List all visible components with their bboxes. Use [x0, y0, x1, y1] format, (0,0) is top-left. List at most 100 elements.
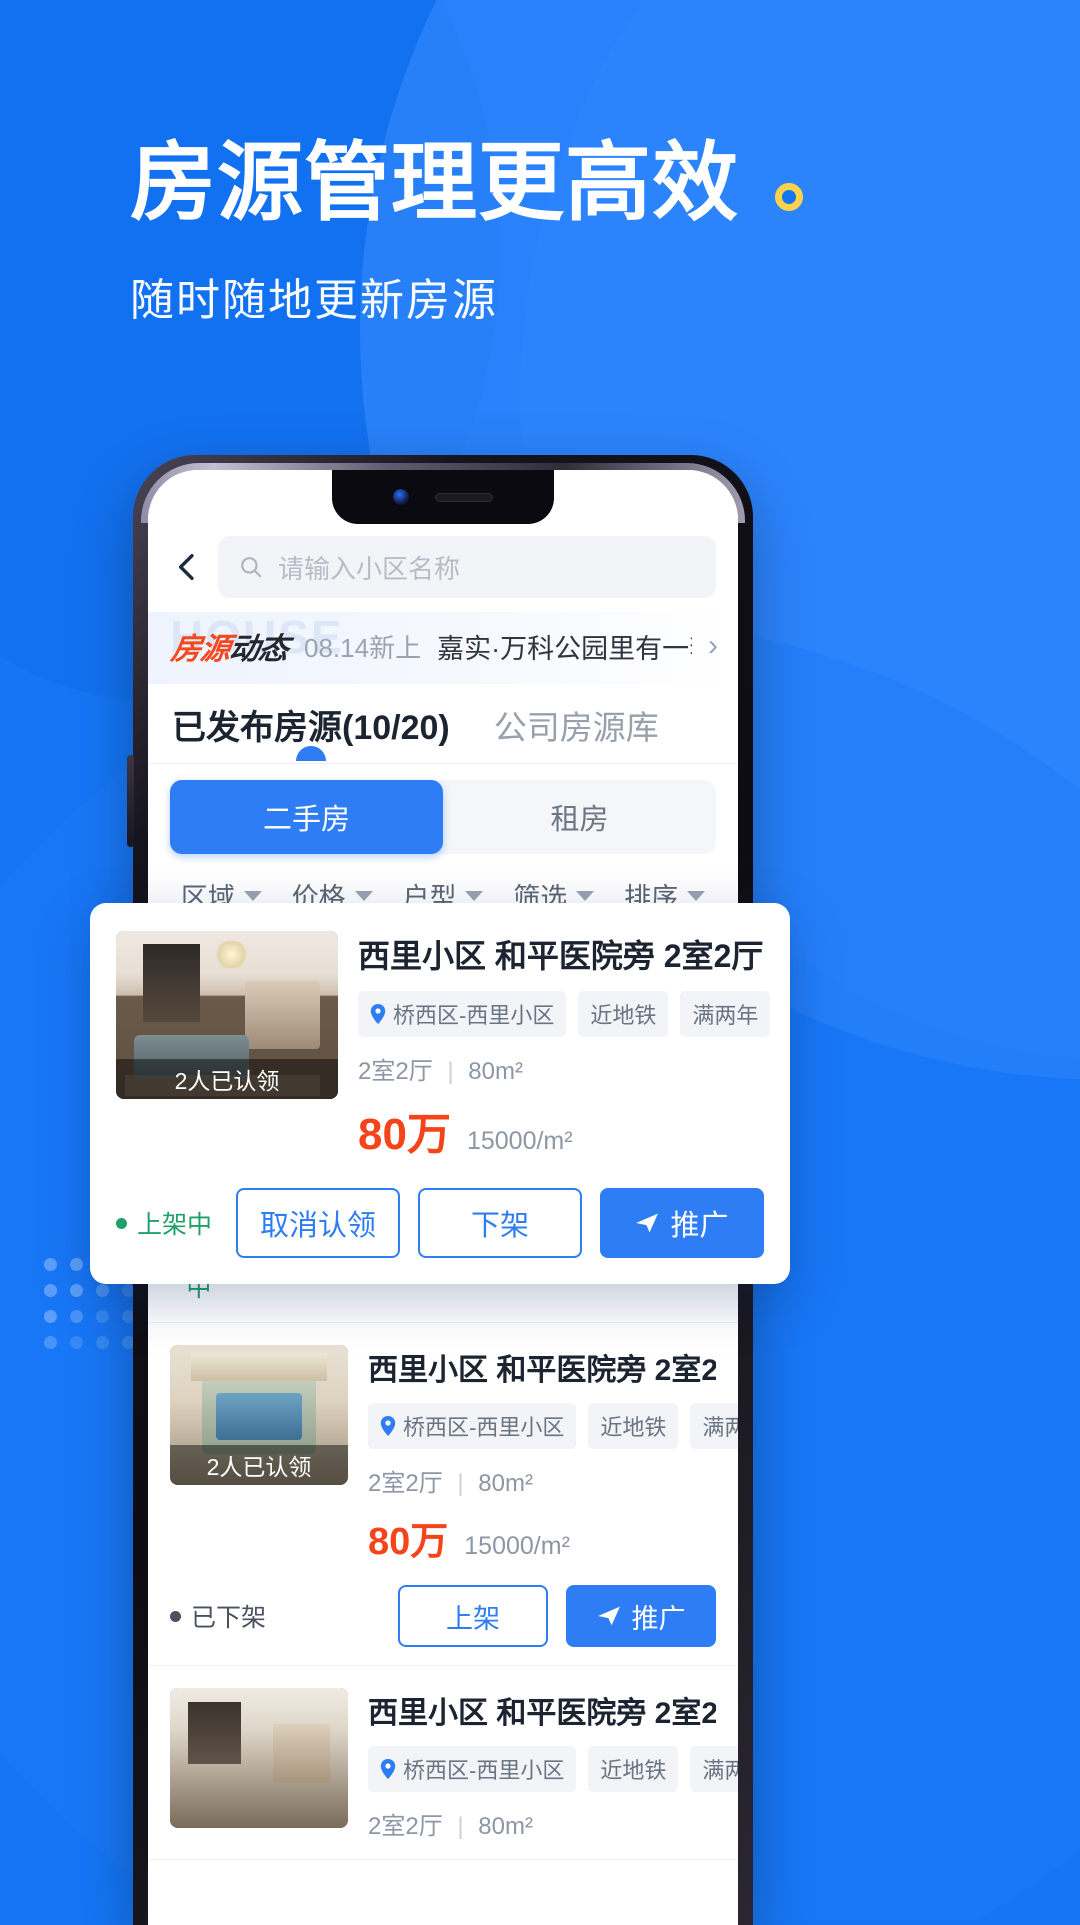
promote-label: 推广 — [631, 1603, 686, 1634]
search-placeholder: 请输入小区名称 — [278, 553, 461, 584]
promote-icon — [636, 1213, 659, 1233]
status-dot-icon — [170, 1610, 181, 1622]
featured-title: 西里小区 和平医院旁 2室2厅1 — [358, 938, 764, 974]
featured-thumbnail[interactable]: 2人已认领 — [116, 931, 338, 1099]
claim-overlay-label: 2人已认领 — [170, 1445, 348, 1485]
status-dot-icon — [116, 1217, 127, 1229]
phone-notch — [332, 470, 554, 524]
featured-tags: 桥西区-西里小区 近地铁 满两年 — [358, 991, 771, 1037]
listing-row[interactable]: 西里小区 和平医院旁 2室2厅1 桥西区-西里小区 近地铁 满两年 — [148, 1666, 738, 1860]
featured-price-line: 80万 15000/m² — [358, 1098, 764, 1162]
chevron-down-icon — [465, 890, 484, 901]
status-badge: 已下架 — [170, 1598, 266, 1634]
listing-location-label: 桥西区-西里小区 — [403, 1758, 565, 1783]
listing-meta: 2室2厅 | 80m² — [368, 1806, 716, 1841]
segment-secondhand-label: 二手房 — [262, 804, 350, 836]
segment-secondhand[interactable]: 二手房 — [170, 780, 443, 854]
featured-spec: 2室2厅 — [358, 1058, 433, 1085]
news-text: 嘉实·万科公园里有一套新上房 — [437, 633, 692, 664]
news-banner[interactable]: HOUSE 房源动态 08.14新上 嘉实·万科公园里有一套新上房 › — [148, 611, 738, 684]
featured-cancel-claim-button[interactable]: 取消认领 — [235, 1188, 400, 1258]
featured-status-badge: 上架中 — [116, 1205, 212, 1241]
listing-title: 西里小区 和平医院旁 2室2厅1 — [368, 1697, 716, 1730]
tab-published-listings-label: 已发布房源(10/20) — [172, 709, 450, 747]
news-date: 08.14新上 — [304, 632, 422, 663]
earpiece-speaker-icon — [435, 492, 493, 502]
featured-meta: 2室2厅 | 80m² — [358, 1051, 764, 1086]
promo-title: 房源管理更高效 — [130, 135, 739, 231]
meta-separator: | — [457, 1813, 464, 1840]
chevron-down-icon — [576, 890, 595, 901]
featured-promote-button[interactable]: 推广 — [600, 1188, 764, 1258]
promote-icon — [597, 1606, 620, 1626]
chevron-right-icon[interactable]: › — [708, 629, 718, 663]
tab-company-listings-label: 公司房源库 — [493, 709, 659, 746]
promo-subtitle: 随时随地更新房源 — [130, 276, 498, 325]
listing-tags: 桥西区-西里小区 近地铁 满两年 — [368, 1746, 738, 1792]
listing-row[interactable]: 2人已认领 西里小区 和平医院旁 2室2厅1 桥西区-西里小区 — [148, 1323, 738, 1666]
featured-location-label: 桥西区-西里小区 — [393, 1003, 555, 1028]
news-badge-part1: 房源 — [169, 633, 232, 666]
tab-published-listings[interactable]: 已发布房源(10/20) — [172, 700, 450, 763]
listing-location-label: 桥西区-西里小区 — [403, 1415, 565, 1440]
phone-side-button — [127, 755, 134, 847]
featured-cancel-claim-label: 取消认领 — [259, 1210, 376, 1242]
listing-spec: 2室2厅 — [368, 1470, 443, 1497]
listing-unit-price: 15000/m² — [464, 1532, 570, 1560]
meta-separator: | — [457, 1470, 464, 1497]
chevron-down-icon — [354, 890, 373, 901]
listing-thumbnail[interactable]: 2人已认领 — [170, 1345, 348, 1485]
location-pin-icon — [370, 1004, 386, 1024]
chevron-left-icon[interactable] — [170, 550, 204, 584]
chevron-down-icon — [687, 890, 706, 901]
featured-price: 80万 — [358, 1110, 451, 1159]
listing-meta: 2室2厅 | 80m² — [368, 1463, 716, 1498]
listing-location-tag: 桥西区-西里小区 — [368, 1746, 577, 1792]
search-icon — [241, 557, 262, 578]
location-pin-icon — [380, 1759, 396, 1779]
listing-tags: 桥西区-西里小区 近地铁 满两年 — [368, 1403, 738, 1449]
status-label: 已下架 — [191, 1604, 267, 1632]
news-badge: 房源动态 — [169, 624, 291, 668]
segment-rental[interactable]: 租房 — [443, 780, 716, 854]
featured-tag-twoyears: 满两年 — [680, 991, 771, 1037]
listing-title: 西里小区 和平医院旁 2室2厅1 — [368, 1354, 716, 1387]
listing-tag-twoyears: 满两年 — [690, 1746, 738, 1792]
list-button[interactable]: 上架 — [398, 1585, 548, 1647]
segment-rental-label: 租房 — [550, 804, 609, 836]
search-row: 请输入小区名称 — [148, 532, 738, 612]
featured-area: 80m² — [468, 1058, 523, 1085]
listing-thumbnail[interactable] — [170, 1688, 348, 1828]
featured-tag-metro: 近地铁 — [578, 991, 669, 1037]
featured-promote-label: 推广 — [670, 1210, 729, 1242]
news-badge-part2: 动态 — [227, 633, 290, 666]
featured-claim-overlay: 2人已认领 — [116, 1059, 338, 1099]
featured-unit-price: 15000/m² — [466, 1127, 573, 1155]
listing-tag-metro: 近地铁 — [588, 1746, 679, 1792]
listing-location-tag: 桥西区-西里小区 — [368, 1403, 577, 1449]
featured-unlist-button[interactable]: 下架 — [418, 1188, 582, 1258]
list-label: 上架 — [446, 1603, 500, 1634]
listing-tag-metro: 近地铁 — [588, 1403, 679, 1449]
top-tabs: 已发布房源(10/20) 公司房源库 — [148, 684, 738, 763]
listing-price-line: 80万 15000/m² — [368, 1510, 716, 1565]
tabs-divider — [148, 763, 738, 764]
promo-headline: 房源管理更高效 随时随地更新房源 — [130, 140, 950, 328]
listing-price: 80万 — [368, 1521, 449, 1563]
listing-tag-twoyears: 满两年 — [690, 1403, 738, 1449]
meta-separator: | — [447, 1058, 454, 1085]
featured-unlist-label: 下架 — [470, 1210, 529, 1242]
location-pin-icon — [380, 1416, 396, 1436]
promote-button[interactable]: 推广 — [566, 1585, 716, 1647]
featured-location-tag: 桥西区-西里小区 — [358, 991, 567, 1037]
listing-area: 80m² — [478, 1813, 533, 1840]
tab-company-listings[interactable]: 公司房源库 — [494, 701, 659, 763]
listing-area: 80m² — [478, 1470, 533, 1497]
featured-listing-card[interactable]: 2人已认领 西里小区 和平医院旁 2室2厅1 桥西区-西里小区 近地铁 满两年 … — [90, 903, 790, 1284]
featured-status-label: 上架中 — [137, 1211, 213, 1239]
chevron-down-icon — [243, 890, 262, 901]
segmented-control: 二手房 租房 — [170, 780, 716, 854]
search-input[interactable]: 请输入小区名称 — [218, 536, 716, 598]
front-camera-icon — [393, 489, 409, 505]
promo-title-row: 房源管理更高效 — [130, 140, 950, 226]
